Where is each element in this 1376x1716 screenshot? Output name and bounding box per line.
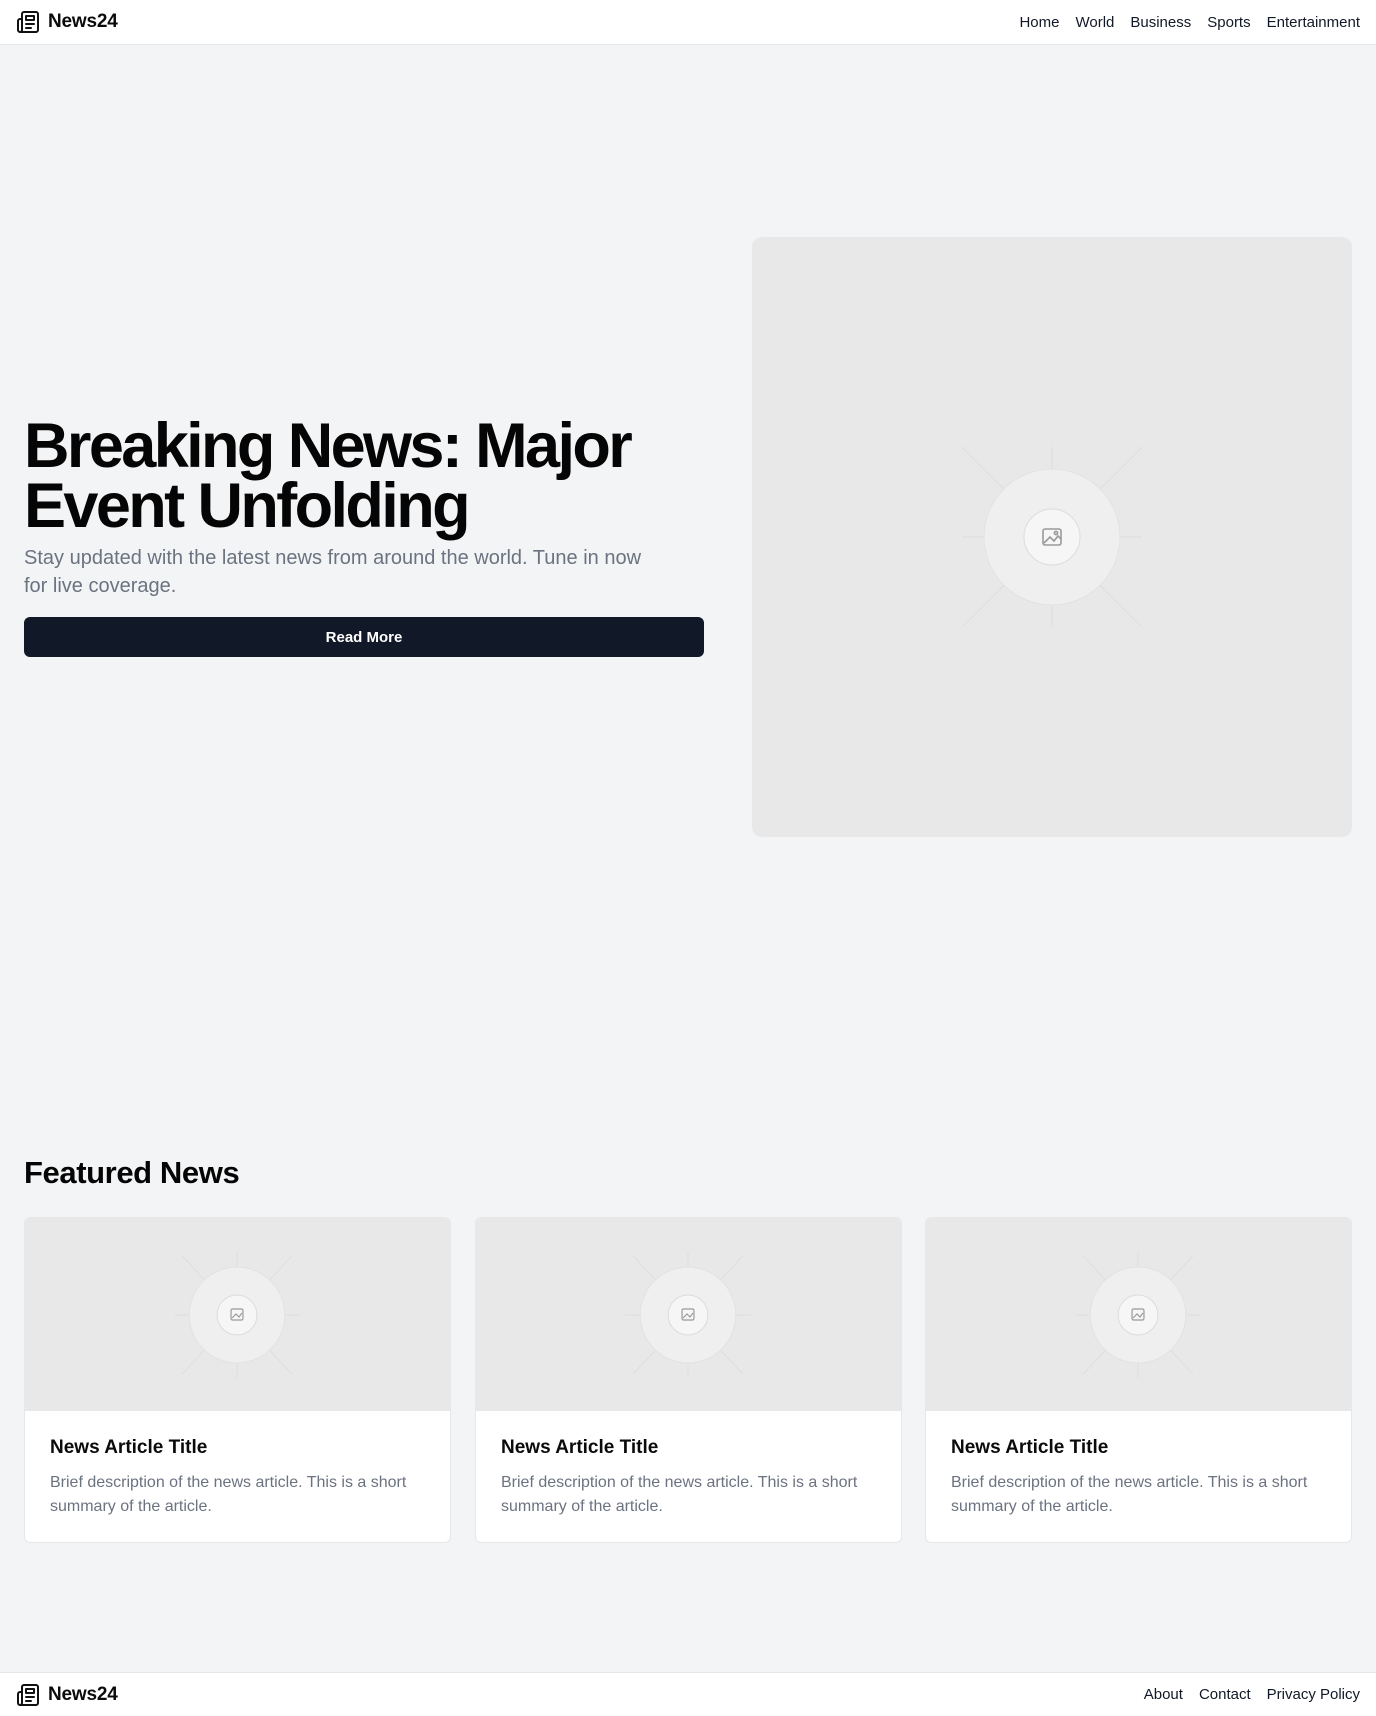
brand-logo[interactable]: News24 <box>16 10 118 34</box>
hero-title: Breaking News: Major Event Unfolding <box>24 411 633 541</box>
nav-sports[interactable]: Sports <box>1207 14 1250 31</box>
hero-subtitle: Stay updated with the latest news from a… <box>24 547 642 597</box>
footer-brand-name: News24 <box>48 1683 118 1705</box>
nav-home[interactable]: Home <box>1019 14 1059 31</box>
card-image <box>476 1218 901 1411</box>
site-header: News24 Home World Business Sports Entert… <box>0 0 1376 45</box>
image-placeholder-icon <box>961 446 1143 628</box>
card-body: News Article Title Brief description of … <box>50 1437 430 1519</box>
card-image <box>25 1218 450 1411</box>
image-placeholder-icon <box>174 1252 300 1378</box>
newspaper-icon <box>17 11 39 33</box>
footer-link-privacy-policy[interactable]: Privacy Policy <box>1267 1686 1360 1703</box>
main-nav: Home World Business Sports Entertainment <box>1019 14 1360 31</box>
nav-entertainment[interactable]: Entertainment <box>1267 14 1360 31</box>
news-card[interactable]: News Article Title Brief description of … <box>475 1217 902 1543</box>
card-description: Brief description of the news article. T… <box>501 1474 858 1515</box>
card-title[interactable]: News Article Title <box>50 1437 430 1459</box>
news-card[interactable]: News Article Title Brief description of … <box>925 1217 1352 1543</box>
card-description: Brief description of the news article. T… <box>50 1474 407 1515</box>
card-description: Brief description of the news article. T… <box>951 1474 1308 1515</box>
nav-world[interactable]: World <box>1075 14 1114 31</box>
hero-text: Breaking News: Major Event Unfolding Sta… <box>24 411 704 600</box>
card-body: News Article Title Brief description of … <box>501 1437 881 1519</box>
footer-nav: About Contact Privacy Policy <box>1144 1686 1360 1703</box>
newspaper-icon <box>17 1683 39 1706</box>
nav-business[interactable]: Business <box>1130 14 1191 31</box>
image-placeholder-icon <box>625 1252 751 1378</box>
card-image <box>926 1218 1351 1411</box>
news-card[interactable]: News Article Title Brief description of … <box>24 1217 451 1543</box>
card-body: News Article Title Brief description of … <box>951 1437 1331 1519</box>
read-more-button[interactable]: Read More <box>24 617 704 657</box>
footer-link-contact[interactable]: Contact <box>1199 1686 1251 1703</box>
featured-news-heading: Featured News <box>24 1155 240 1190</box>
card-title[interactable]: News Article Title <box>951 1437 1331 1459</box>
footer-link-about[interactable]: About <box>1144 1686 1183 1703</box>
footer-brand-logo[interactable]: News24 <box>16 1683 118 1707</box>
card-title[interactable]: News Article Title <box>501 1437 881 1459</box>
site-footer: News24 About Contact Privacy Policy <box>0 1672 1376 1716</box>
brand-name: News24 <box>48 11 118 32</box>
image-placeholder-icon <box>1075 1252 1201 1378</box>
hero-image <box>752 237 1352 837</box>
